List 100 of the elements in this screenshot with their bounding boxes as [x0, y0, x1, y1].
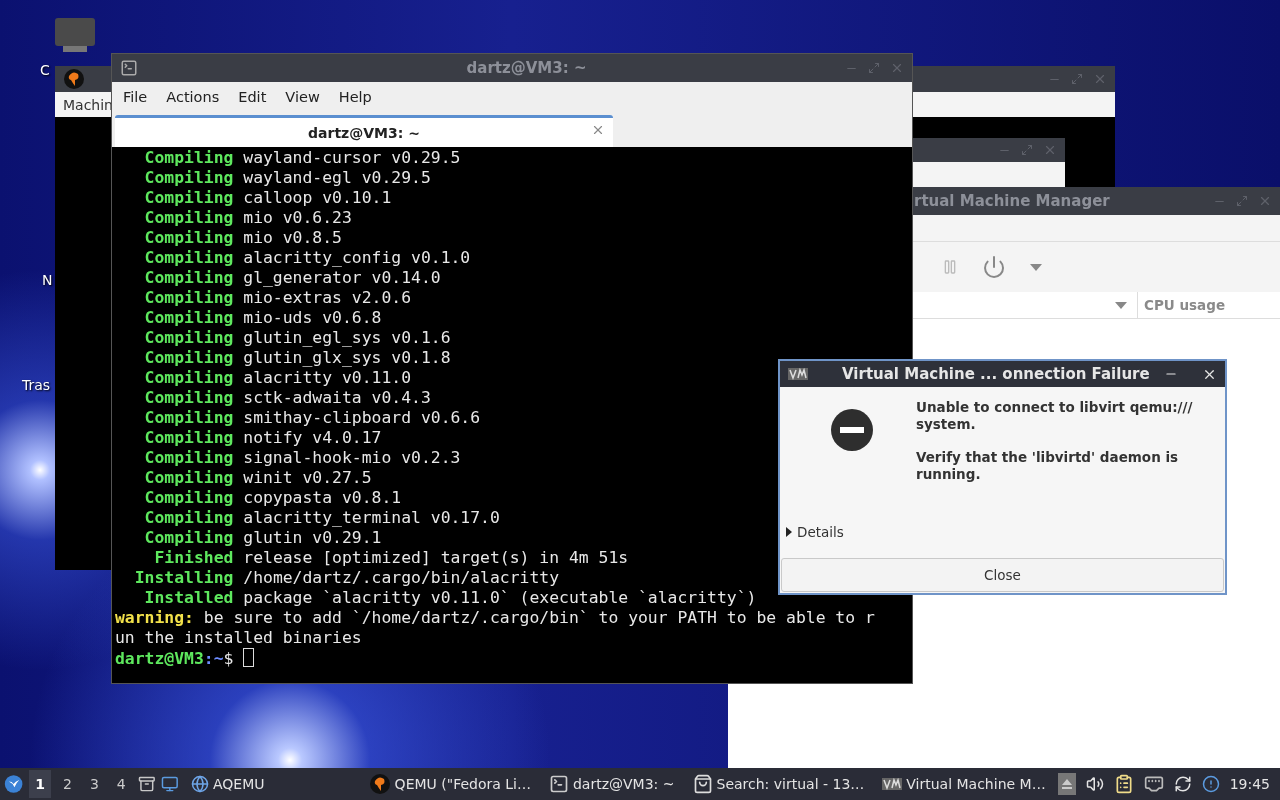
workspace-button[interactable]: 1	[29, 770, 51, 798]
notification-icon[interactable]	[1201, 775, 1220, 793]
menu-item[interactable]: Edit	[231, 85, 274, 109]
workspace-button[interactable]: 4	[110, 770, 132, 798]
clock[interactable]: 19:45	[1229, 776, 1276, 792]
menu-item[interactable]: View	[278, 85, 327, 109]
maximize-icon[interactable]	[868, 62, 880, 74]
output-text: gl_generator v0.14.0	[243, 268, 441, 287]
vm-icon	[788, 368, 808, 380]
output-text: signal-hook-mio v0.2.3	[243, 448, 461, 467]
error-icon	[831, 409, 873, 451]
output-text: glutin_egl_sys v0.1.6	[243, 328, 451, 347]
status-text: Compiling	[144, 408, 234, 427]
terminal-tab[interactable]: dartz@VM3: ~	[115, 115, 613, 147]
output-text: sctk-adwaita v0.4.3	[243, 388, 431, 407]
status-text: Compiling	[144, 388, 234, 407]
terminal-icon	[120, 59, 138, 77]
vm-icon	[882, 778, 903, 790]
output-text: package `alacritty v0.11.0` (executable `alacritty`)	[243, 588, 757, 607]
details-expander[interactable]: Details	[780, 524, 1225, 558]
caret-icon[interactable]	[1030, 263, 1042, 271]
workspace-button[interactable]: 3	[83, 770, 105, 798]
output-text: calloop v0.10.1	[243, 188, 392, 207]
output-text: alacritty v0.11.0	[243, 368, 412, 387]
output-text: /home/dartz/.cargo/bin/alacritty	[243, 568, 560, 587]
menu-item[interactable]: Machin	[63, 96, 113, 113]
output-text: mio v0.8.5	[243, 228, 342, 247]
maximize-icon[interactable]	[1021, 144, 1033, 156]
output-text: copypasta v0.8.1	[243, 488, 402, 507]
status-text: Compiling	[144, 488, 234, 507]
status-text: Compiling	[144, 168, 234, 187]
output-text: wayland-egl v0.29.5	[243, 168, 431, 187]
output-text: mio-extras v2.0.6	[243, 288, 412, 307]
status-text: Compiling	[144, 308, 234, 327]
error-message: Verify that the 'libvirtd' daemon is running.	[916, 449, 1180, 483]
eject-icon[interactable]	[1057, 773, 1076, 795]
output-text: un the installed binaries	[115, 628, 362, 647]
status-text: Finished	[154, 548, 234, 567]
status-text: Compiling	[144, 428, 234, 447]
output-text: wayland-cursor v0.29.5	[243, 148, 461, 167]
status-text: Installing	[134, 568, 234, 587]
qemu-icon	[368, 773, 391, 795]
close-button[interactable]: Close	[781, 558, 1224, 592]
desktop-icon-label[interactable]: Tras	[22, 377, 51, 393]
network-icon[interactable]	[1143, 774, 1164, 794]
status-text: Compiling	[144, 288, 234, 307]
desktop-icon-label[interactable]: N	[42, 272, 53, 288]
output-text: release [optimized] target(s) in 4m 51s	[243, 548, 629, 567]
status-text: warning:	[115, 608, 194, 627]
status-text: Compiling	[144, 268, 234, 287]
update-icon[interactable]	[1173, 775, 1192, 793]
task-button[interactable]: Virtual Machine M…	[876, 772, 1052, 796]
pause-icon[interactable]	[942, 259, 958, 275]
maximize-icon[interactable]	[1071, 73, 1083, 85]
error-message: Unable to connect to libvirt qemu:/// system.	[916, 399, 1194, 433]
output-text: alacritty_config v0.1.0	[243, 248, 471, 267]
status-text: Compiling	[144, 448, 234, 467]
status-text: Compiling	[144, 208, 234, 227]
status-text: Compiling	[144, 348, 234, 367]
task-button[interactable]: dartz@VM3: ~	[543, 770, 681, 798]
output-text: glutin v0.29.1	[243, 528, 382, 547]
status-text: Installed	[144, 588, 234, 607]
desktop-icon-label[interactable]: C	[40, 62, 50, 78]
workspace-button[interactable]: 2	[56, 770, 78, 798]
prompt-path: :~	[203, 649, 224, 668]
output-text: mio v0.6.23	[243, 208, 352, 227]
terminal-icon	[549, 774, 569, 794]
status-text: Compiling	[144, 508, 234, 527]
output-text: glutin_glx_sys v0.1.8	[243, 348, 451, 367]
output-text: winit v0.27.5	[243, 468, 372, 487]
menu-item[interactable]: Actions	[159, 85, 227, 109]
maximize-icon[interactable]	[1236, 195, 1248, 207]
status-text: Compiling	[144, 328, 234, 347]
prompt-user: dartz@VM3	[115, 649, 204, 668]
dialog-title: Virtual Machine ... onnection Failure	[842, 365, 1150, 383]
start-menu-icon[interactable]	[4, 772, 24, 796]
text-cursor	[243, 648, 255, 667]
globe-icon	[191, 775, 209, 793]
output-text: smithay-clipboard v0.6.6	[243, 408, 481, 427]
window-title: rtual Machine Manager	[914, 192, 1110, 210]
computer-icon[interactable]	[55, 18, 95, 54]
package-icon	[692, 774, 713, 794]
task-button[interactable]: QEMU ("Fedora Li…	[362, 769, 537, 799]
menu-item[interactable]: File	[116, 85, 155, 109]
status-text: Compiling	[144, 248, 234, 267]
task-button[interactable]: Search: virtual - 13…	[686, 770, 871, 798]
output-text: mio-uds v0.6.8	[243, 308, 382, 327]
menu-item[interactable]: Help	[331, 85, 379, 109]
sort-caret-icon[interactable]	[1115, 301, 1127, 309]
status-text: Compiling	[144, 368, 234, 387]
disclosure-triangle-icon	[785, 527, 793, 537]
output-text: notify v4.0.17	[243, 428, 382, 447]
power-icon[interactable]	[982, 255, 1006, 279]
output-text: be sure to add `/home/dartz/.cargo/bin` to your PATH to be able to r	[203, 608, 875, 627]
prompt-symbol: $	[223, 649, 234, 668]
qemu-icon	[63, 68, 85, 90]
volume-icon[interactable]	[1085, 775, 1104, 793]
launcher-button[interactable]: AQEMU	[185, 771, 271, 797]
status-text: Compiling	[144, 148, 234, 167]
output-text: alacritty_terminal v0.17.0	[243, 508, 500, 527]
